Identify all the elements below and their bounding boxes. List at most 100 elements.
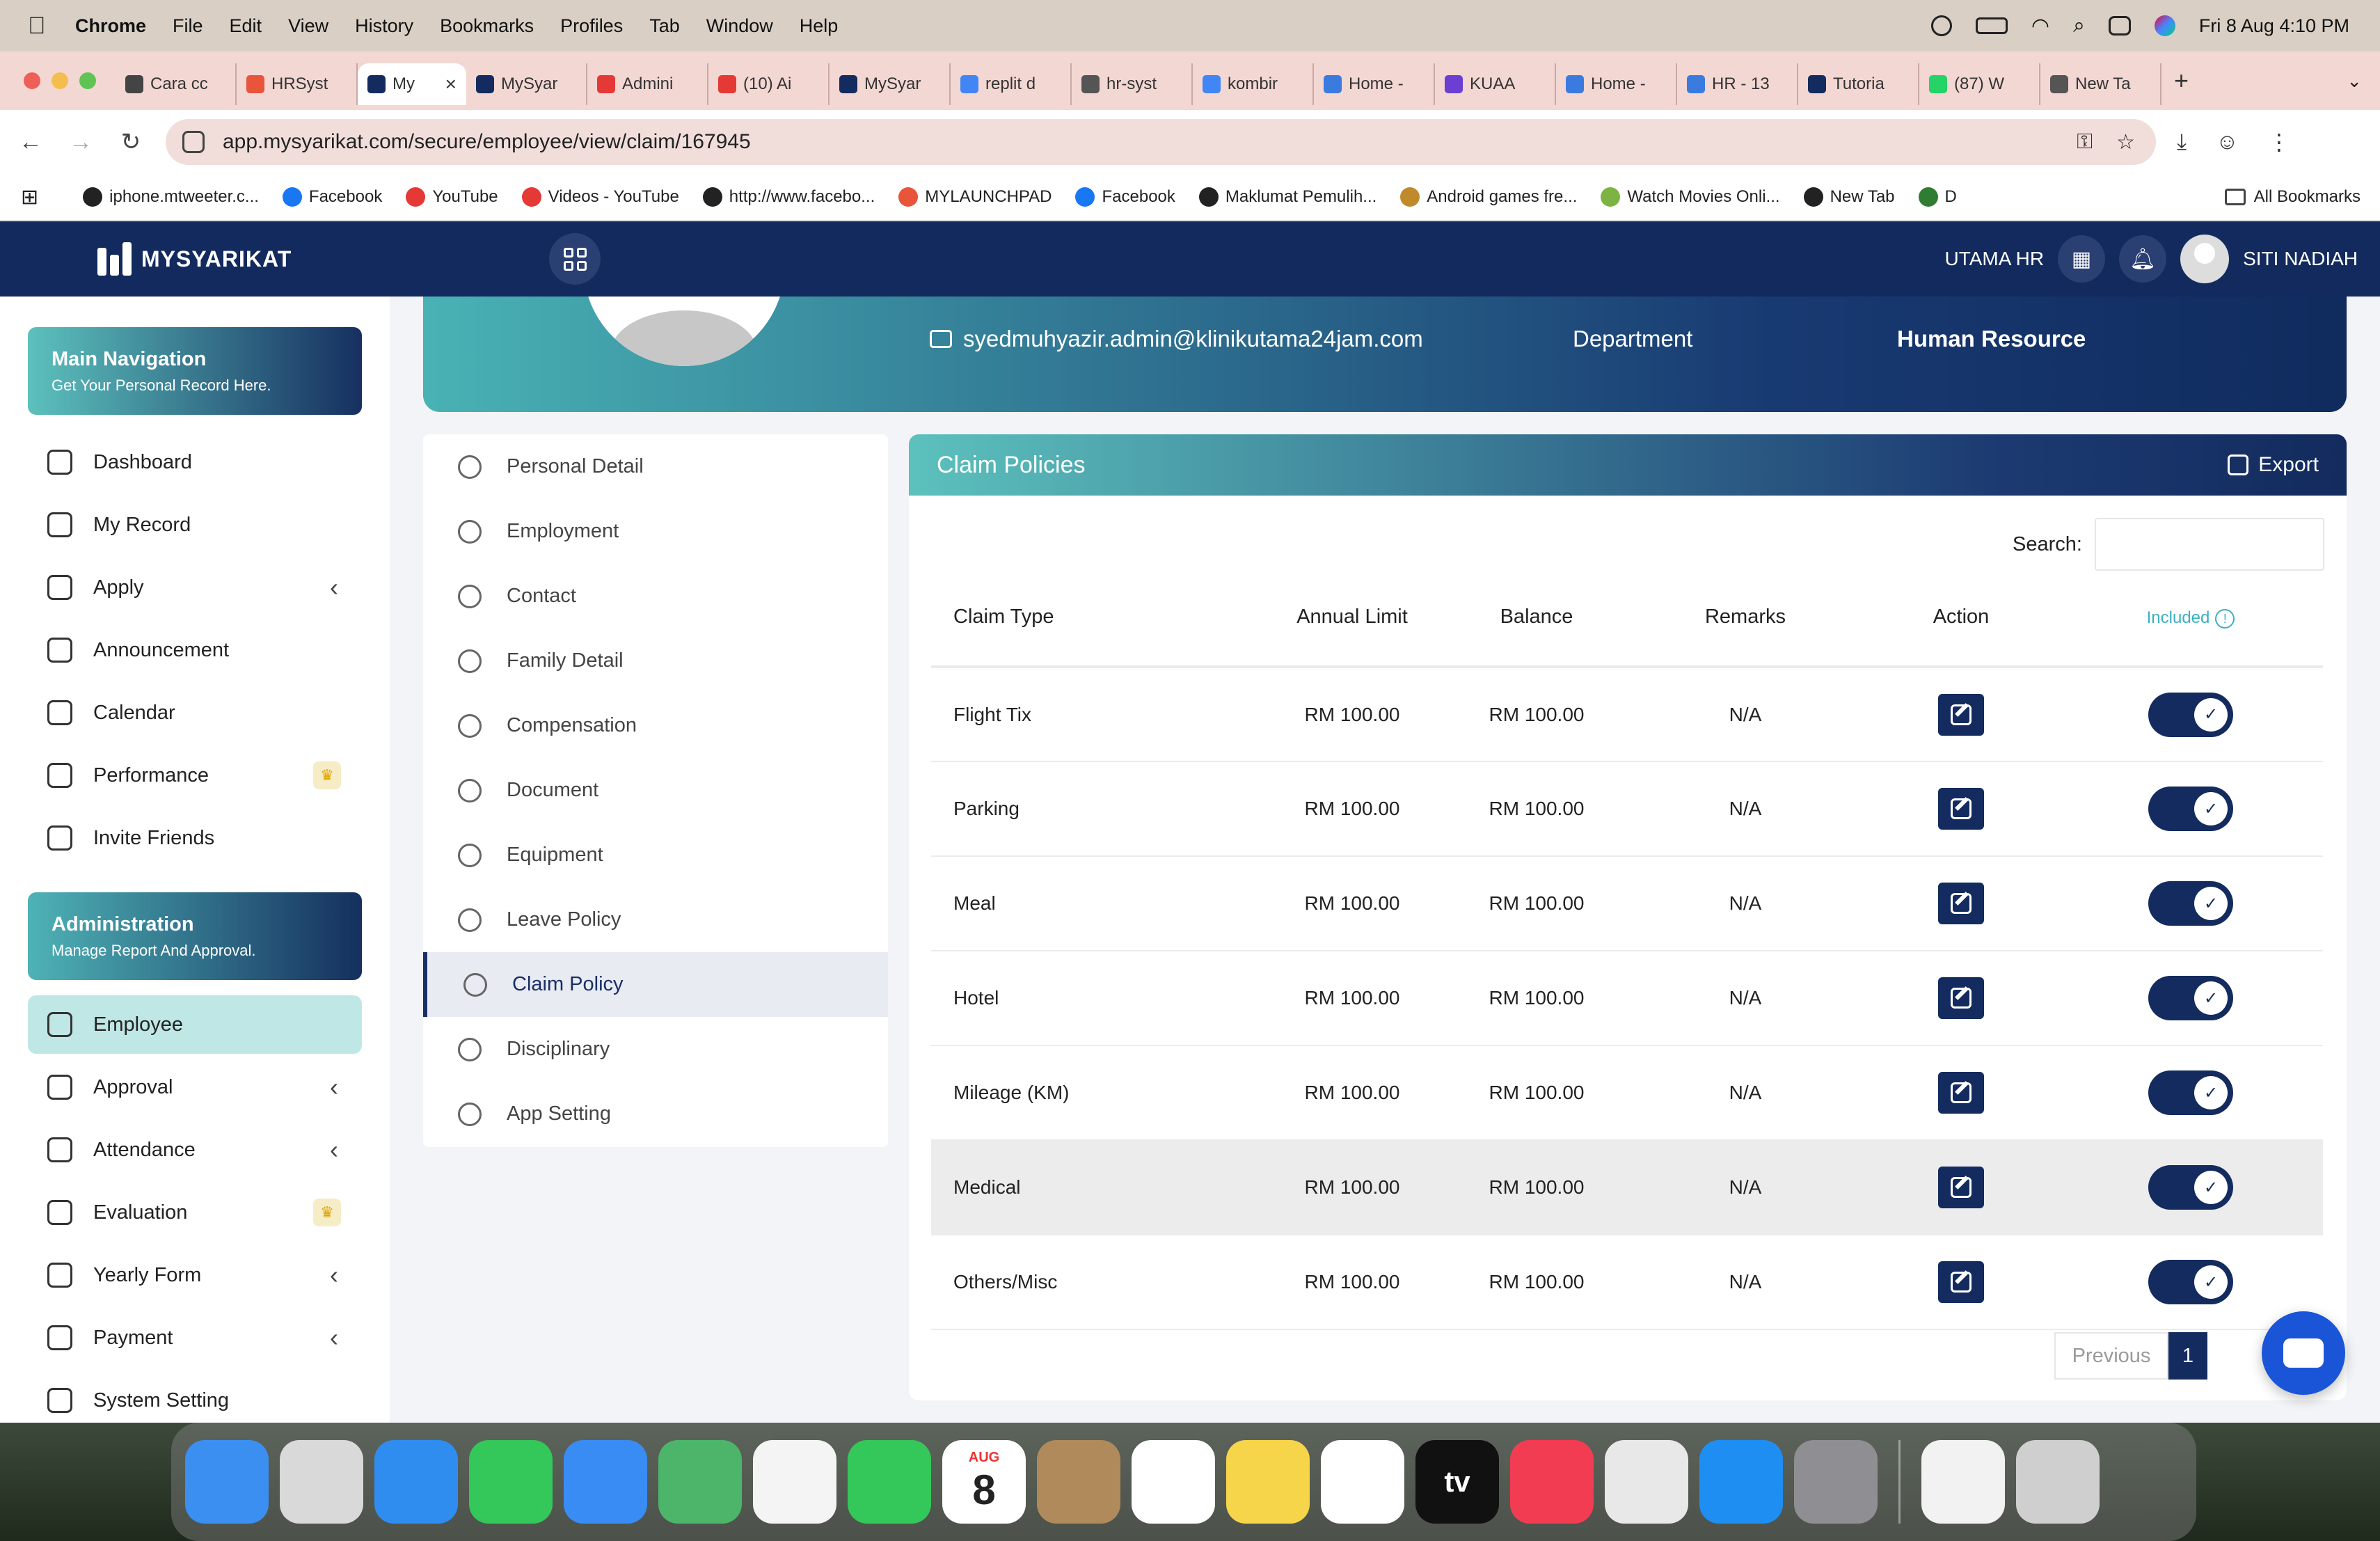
dock-messages-icon[interactable] [469,1440,553,1524]
apple-menu-icon[interactable]:  [28,14,51,38]
browser-tab[interactable]: MySyar [466,63,587,105]
notifications-button[interactable]: 🔔︎ [2119,235,2167,283]
menu-view[interactable]: View [288,15,328,37]
chevron-left-icon[interactable]: ‹ [330,1073,338,1102]
bookmark-mylaunchpad[interactable]: MYLAUNCHPAD [898,187,1052,207]
sidebar-item-payment[interactable]: Payment ‹ [28,1309,362,1367]
export-button[interactable]: Export [2228,453,2319,477]
sidebar-item-evaluation[interactable]: Evaluation ♛ [28,1183,362,1242]
bookmark-youtube[interactable]: YouTube [406,187,498,207]
bookmark-facebook[interactable]: Facebook [1075,187,1175,207]
edit-button[interactable] [1938,788,1984,830]
edit-button[interactable] [1938,883,1984,924]
menu-profiles[interactable]: Profiles [560,15,623,37]
submenu-item-app-setting[interactable]: App Setting [423,1082,888,1146]
included-toggle[interactable]: ✓ [2148,881,2233,926]
control-center-icon[interactable] [2108,16,2131,35]
page-1-button[interactable]: 1 [2168,1332,2207,1380]
bookmark-iphone-mtweeter-c[interactable]: iphone.mtweeter.c... [83,187,259,207]
site-info-icon[interactable] [182,131,205,153]
sidebar-item-performance[interactable]: Performance ♛ [28,746,362,805]
submenu-item-family-detail[interactable]: Family Detail [423,629,888,693]
included-toggle[interactable]: ✓ [2148,1070,2233,1115]
user-avatar[interactable] [2180,235,2230,283]
included-toggle[interactable]: ✓ [2148,1260,2233,1304]
dock-document-icon[interactable] [1921,1440,2005,1524]
browser-tab[interactable]: Home - [1556,63,1677,105]
dock-maps-icon[interactable] [658,1440,742,1524]
sidebar-item-my-record[interactable]: My Record [28,496,362,554]
battery-icon[interactable] [1975,17,2008,34]
bookmark-watch-movies-onli[interactable]: Watch Movies Onli... [1601,187,1780,207]
bookmark-d[interactable]: D [1918,187,1957,207]
company-name[interactable]: UTAMA HR [1944,248,2044,270]
info-icon[interactable]: ! [2215,608,2235,629]
dock-tv-icon[interactable]: tv [1415,1440,1499,1524]
browser-tab[interactable]: (10) Ai [708,63,830,105]
submenu-item-disciplinary[interactable]: Disciplinary [423,1017,888,1082]
browser-tab[interactable]: HR - 13 [1677,63,1798,105]
sidebar-item-yearly-form[interactable]: Yearly Form ‹ [28,1246,362,1304]
dock-reminders-icon[interactable] [1132,1440,1215,1524]
included-toggle[interactable]: ✓ [2148,1165,2233,1210]
dock-app-store-icon[interactable] [1699,1440,1783,1524]
dock-notes-icon[interactable] [1226,1440,1310,1524]
dock-finder-icon[interactable] [185,1440,269,1524]
column-remarks[interactable]: Remarks [1627,568,1864,668]
bookmark-maklumat-pemulih[interactable]: Maklumat Pemulih... [1198,187,1377,207]
submenu-item-claim-policy[interactable]: Claim Policy [423,952,888,1017]
bookmark-http-www-facebo[interactable]: http://www.facebo... [702,187,875,207]
edit-button[interactable] [1938,693,1984,736]
minimize-window-button[interactable] [51,72,68,89]
zoom-window-button[interactable] [79,72,96,89]
submenu-item-employment[interactable]: Employment [423,499,888,564]
spotlight-search-icon[interactable]: ⌕ [2073,14,2085,38]
chevron-left-icon[interactable]: ‹ [330,1261,338,1290]
new-tab-icon[interactable]: + [2174,66,2189,95]
dock-trash-icon[interactable] [2016,1440,2100,1524]
sidebar-item-apply[interactable]: Apply ‹ [28,558,362,617]
browser-tab[interactable]: Tutoria [1798,63,1919,105]
submenu-item-leave-policy[interactable]: Leave Policy [423,887,888,952]
all-bookmarks-folder[interactable]: All Bookmarks [2224,187,2361,207]
submenu-item-equipment[interactable]: Equipment [423,823,888,887]
dock-chrome-icon[interactable] [1605,1440,1688,1524]
browser-tab[interactable]: KUAA [1435,63,1556,105]
chevron-left-icon[interactable]: ‹ [330,1323,338,1352]
sidebar-item-invite-friends[interactable]: Invite Friends [28,809,362,867]
dock-mail-icon[interactable] [564,1440,647,1524]
reload-icon[interactable]: ↻ [106,128,156,156]
menubar-clock[interactable]: Fri 8 Aug 4:10 PM [2199,15,2349,37]
forward-icon[interactable]: → [56,129,106,156]
browser-tab[interactable]: kombir [1193,63,1314,105]
screen-record-icon[interactable] [1930,15,1952,36]
column-annual-limit[interactable]: Annual Limit [1258,568,1446,668]
column-balance[interactable]: Balance [1446,568,1627,668]
browser-tab[interactable]: My × [358,63,466,105]
browser-tab[interactable]: Admini [587,63,708,105]
company-switch-button[interactable]: ▦ [2058,235,2106,283]
edit-button[interactable] [1938,1261,1984,1303]
tab-search-icon[interactable]: ⌄ [2347,70,2362,92]
url-text[interactable]: app.mysyarikat.com/secure/employee/view/… [223,130,751,154]
wifi-icon[interactable]: ◠ [2031,14,2049,38]
menu-bookmarks[interactable]: Bookmarks [440,15,534,37]
browser-tab[interactable]: MySyar [830,63,951,105]
download-icon[interactable]: ⤓ [2177,129,2187,155]
edit-button[interactable] [1938,1072,1984,1114]
menu-history[interactable]: History [355,15,413,37]
dock-safari-icon[interactable] [374,1440,458,1524]
menu-tab[interactable]: Tab [649,15,680,37]
column-action[interactable]: Action [1864,568,2058,668]
password-key-icon[interactable]: ⚿ [2077,130,2093,155]
menu-help[interactable]: Help [800,15,839,37]
dock-contacts-icon[interactable] [1037,1440,1120,1524]
sidebar-item-announcement[interactable]: Announcement [28,621,362,679]
sidebar-item-approval[interactable]: Approval ‹ [28,1058,362,1116]
chevron-left-icon[interactable]: ‹ [330,573,338,602]
dock-launchpad-icon[interactable] [280,1440,363,1524]
dock-system-settings-icon[interactable] [1794,1440,1878,1524]
close-window-button[interactable] [24,72,40,89]
column-claim-type[interactable]: Claim Type [931,568,1258,668]
dock-facetime-icon[interactable] [848,1440,931,1524]
